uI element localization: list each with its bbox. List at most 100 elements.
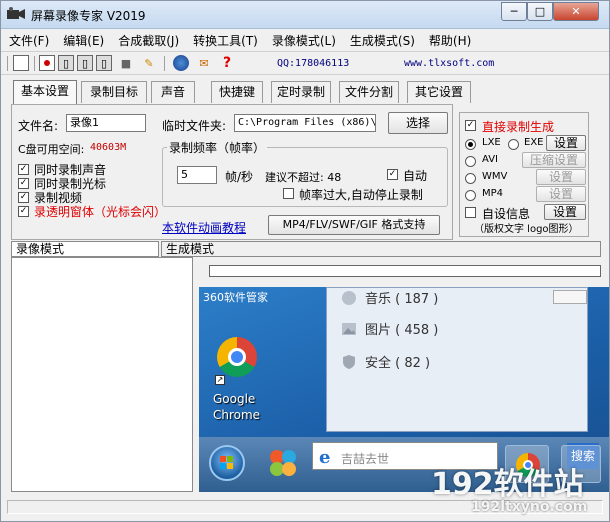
tempdir-input[interactable]: C:\Program Files (x86)\ bbox=[234, 114, 376, 132]
maximize-button[interactable]: □ bbox=[527, 2, 553, 21]
search-placeholder: 吉喆去世 bbox=[341, 452, 390, 466]
title-bar: 屏幕录像专家 V2019 ─ □ ✕ bbox=[1, 1, 609, 29]
record-video-checkbox[interactable]: ✓ bbox=[18, 192, 29, 203]
toolbar-separator bbox=[7, 56, 8, 71]
library-item: 图片 ( 458 ) bbox=[341, 319, 438, 338]
start-button-icon bbox=[209, 445, 245, 481]
tutorial-link[interactable]: 本软件动画教程 bbox=[162, 219, 246, 236]
help-icon[interactable]: ? bbox=[219, 55, 235, 71]
watermark-url: 192ltxyno.com bbox=[471, 499, 588, 515]
auto-frame-rate-checkbox[interactable]: ✓ bbox=[387, 169, 398, 180]
window-title: 屏幕录像专家 V2019 bbox=[31, 9, 146, 23]
globe-icon[interactable] bbox=[173, 55, 189, 71]
menu-file[interactable]: 文件(F) bbox=[9, 32, 49, 49]
tab-file-split[interactable]: 文件分割 bbox=[339, 81, 399, 103]
record-transparent-checkbox[interactable]: ✓ bbox=[18, 206, 29, 217]
frame-rate-limit: 建议不超过: 48 bbox=[265, 171, 342, 184]
library-item-label: 安全 ( 82 ) bbox=[365, 356, 431, 371]
record-transparent-label: 录透明窗体（光标会闪） bbox=[34, 205, 167, 219]
colorful-app-icon bbox=[270, 450, 296, 476]
menu-convert[interactable]: 转换工具(T) bbox=[193, 32, 258, 49]
wmv-settings-button[interactable]: 设置 bbox=[536, 169, 586, 185]
format-support-button[interactable]: MP4/FLV/SWF/GIF 格式支持 bbox=[268, 215, 440, 235]
library-window: 音乐 ( 187 ) 图片 ( 458 ) 安全 ( 82 ) bbox=[326, 287, 588, 432]
output-panel: ✓ 直接录制生成 LXE EXE 设置 AVI 压缩设置 WMV 设置 MP4 … bbox=[459, 112, 589, 237]
avi-label: AVI bbox=[482, 154, 498, 165]
lxe-radio[interactable] bbox=[465, 139, 476, 150]
wmv-radio[interactable] bbox=[465, 173, 476, 184]
menu-record-mode[interactable]: 录像模式(L) bbox=[272, 32, 336, 49]
disk-space-label: C盘可用空间: bbox=[18, 143, 85, 156]
music-icon bbox=[342, 290, 356, 305]
picture-icon bbox=[342, 322, 356, 335]
custom-info-settings-button[interactable]: 设置 bbox=[544, 204, 586, 220]
menu-compose[interactable]: 合成截取(J) bbox=[118, 32, 179, 49]
tools-icon[interactable]: ✉ bbox=[196, 55, 212, 71]
mp4-settings-button[interactable]: 设置 bbox=[536, 186, 586, 202]
mp4-radio[interactable] bbox=[465, 190, 476, 201]
tab-generate-mode[interactable]: 生成模式 bbox=[161, 241, 601, 257]
basic-settings-panel: 文件名: 录像1 临时文件夹: C:\Program Files (x86)\ … bbox=[11, 104, 453, 240]
shortcut-arrow-icon: ↗ bbox=[215, 375, 225, 385]
custom-info-checkbox[interactable] bbox=[465, 207, 476, 218]
tab-hotkeys[interactable]: 快捷键 bbox=[211, 81, 263, 103]
toolbar: ▯ ▯ ▯ ■ ✎ ✉ ? QQ:178046113 www.tlxsoft.c… bbox=[1, 51, 609, 75]
library-item: 音乐 ( 187 ) bbox=[341, 288, 438, 307]
tab-scheduled[interactable]: 定时录制 bbox=[271, 81, 331, 103]
exe-settings-button[interactable]: 设置 bbox=[546, 135, 586, 151]
library-item-label: 图片 ( 458 ) bbox=[365, 323, 439, 338]
toolbar-separator bbox=[164, 56, 165, 71]
record-icon[interactable] bbox=[39, 55, 55, 71]
library-search-field bbox=[553, 290, 587, 304]
recordings-list[interactable] bbox=[11, 257, 193, 492]
auto-frame-rate-label: 自动 bbox=[403, 169, 428, 183]
select-folder-button[interactable]: 选择 bbox=[388, 112, 448, 134]
mode-tabs: 录像模式 生成模式 bbox=[11, 241, 601, 257]
tempdir-label: 临时文件夹: bbox=[162, 119, 227, 133]
timeline-bar[interactable] bbox=[209, 265, 601, 277]
pause-icon[interactable]: ▯ bbox=[58, 55, 74, 71]
menu-bar: 文件(F) 编辑(E) 合成截取(J) 转换工具(T) 录像模式(L) 生成模式… bbox=[1, 29, 609, 51]
tab-basic[interactable]: 基本设置 bbox=[13, 80, 77, 104]
exe-radio[interactable] bbox=[508, 139, 519, 150]
compress-settings-button[interactable]: 压缩设置 bbox=[522, 152, 586, 168]
exe-label: EXE bbox=[524, 137, 544, 148]
pen-icon[interactable]: ✎ bbox=[141, 55, 157, 71]
chrome-shortcut-label: Google Chrome bbox=[213, 392, 261, 422]
record-audio-checkbox[interactable]: ✓ bbox=[18, 164, 29, 175]
library-item: 安全 ( 82 ) bbox=[341, 352, 430, 371]
menu-edit[interactable]: 编辑(E) bbox=[63, 32, 104, 49]
app-window: 屏幕录像专家 V2019 ─ □ ✕ 文件(F) 编辑(E) 合成截取(J) 转… bbox=[0, 0, 610, 522]
chrome-icon bbox=[217, 337, 257, 377]
camera-icon[interactable]: ■ bbox=[118, 55, 134, 71]
frame-rate-unit: 帧/秒 bbox=[225, 170, 254, 184]
minimize-button[interactable]: ─ bbox=[501, 2, 527, 21]
avi-radio[interactable] bbox=[465, 156, 476, 167]
close-button[interactable]: ✕ bbox=[553, 2, 599, 21]
menu-help[interactable]: 帮助(H) bbox=[429, 32, 471, 49]
direct-record-label: 直接录制生成 bbox=[482, 120, 555, 134]
auto-stop-label: 帧率过大,自动停止录制 bbox=[299, 188, 423, 202]
tab-other[interactable]: 其它设置 bbox=[407, 81, 471, 103]
auto-stop-checkbox[interactable] bbox=[283, 188, 294, 199]
app-camera-icon bbox=[7, 7, 25, 19]
filename-input[interactable]: 录像1 bbox=[66, 114, 146, 132]
menu-generate-mode[interactable]: 生成模式(S) bbox=[350, 32, 415, 49]
shield-icon bbox=[343, 354, 355, 369]
lxe-label: LXE bbox=[482, 137, 501, 148]
ie-icon: e bbox=[319, 447, 331, 468]
toolbar-separator bbox=[34, 56, 35, 71]
tab-record-target[interactable]: 录制目标 bbox=[81, 81, 147, 103]
record-cursor-checkbox[interactable]: ✓ bbox=[18, 178, 29, 189]
filename-label: 文件名: bbox=[18, 119, 59, 133]
desktop-caption: 360软件管家 bbox=[203, 291, 268, 304]
frame-rate-input[interactable]: 5 bbox=[177, 166, 217, 184]
website-link[interactable]: www.tlxsoft.com bbox=[404, 58, 494, 69]
qq-number: QQ:178046113 bbox=[277, 58, 350, 69]
direct-record-checkbox[interactable]: ✓ bbox=[465, 120, 476, 131]
tab-sound[interactable]: 声音 bbox=[151, 81, 195, 103]
tab-record-mode[interactable]: 录像模式 bbox=[11, 241, 159, 257]
new-file-icon[interactable] bbox=[13, 55, 29, 71]
stop-icon[interactable]: ▯ bbox=[77, 55, 93, 71]
play-icon[interactable]: ▯ bbox=[96, 55, 112, 71]
